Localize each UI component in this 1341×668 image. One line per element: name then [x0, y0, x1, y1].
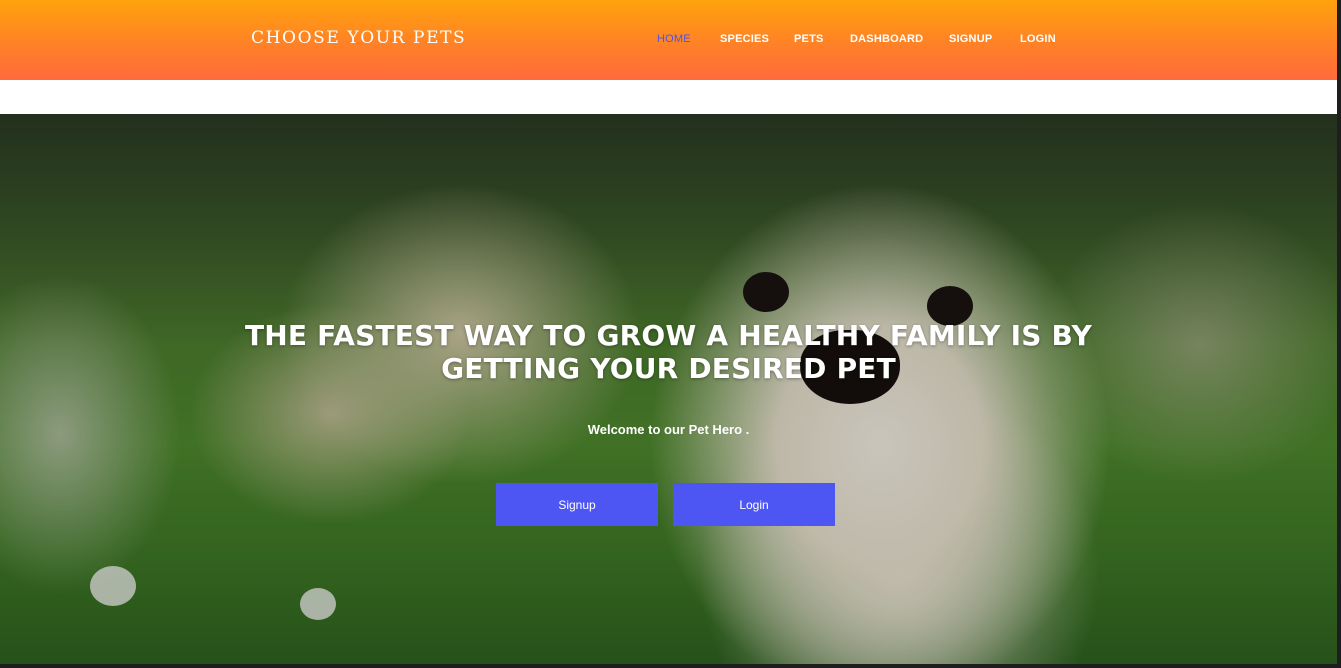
hero-headline-line1: THE FASTEST WAY TO GROW A HEALTHY FAMILY…: [244, 319, 1093, 352]
hero-welcome-text: Welcome to our Pet Hero .: [587, 422, 750, 437]
hero-headline: THE FASTEST WAY TO GROW A HEALTHY FAMILY…: [0, 319, 1337, 385]
hero-login-button[interactable]: Login: [673, 483, 835, 526]
hero-section: THE FASTEST WAY TO GROW A HEALTHY FAMILY…: [0, 114, 1337, 664]
page: CHOOSE YOUR PETS HOME SPECIES PETS DASHB…: [0, 0, 1341, 668]
nav-home[interactable]: HOME: [657, 33, 691, 45]
header-spacer: [0, 80, 1337, 114]
hero-signup-button[interactable]: Signup: [496, 483, 658, 526]
nav-login[interactable]: LOGIN: [1020, 33, 1056, 45]
hero-headline-line2: GETTING YOUR DESIRED PET: [441, 352, 896, 385]
nav-species[interactable]: SPECIES: [720, 33, 769, 45]
hero-overlay: [0, 114, 1337, 664]
main-nav: HOME SPECIES PETS DASHBOARD SIGNUP LOGIN: [0, 33, 1337, 49]
window-edge: [1337, 0, 1341, 668]
nav-signup[interactable]: SIGNUP: [949, 33, 992, 45]
window-bottom-edge: [0, 664, 1341, 668]
nav-pets[interactable]: PETS: [794, 33, 824, 45]
top-navbar: CHOOSE YOUR PETS HOME SPECIES PETS DASHB…: [0, 0, 1337, 80]
nav-dashboard[interactable]: DASHBOARD: [850, 33, 923, 45]
